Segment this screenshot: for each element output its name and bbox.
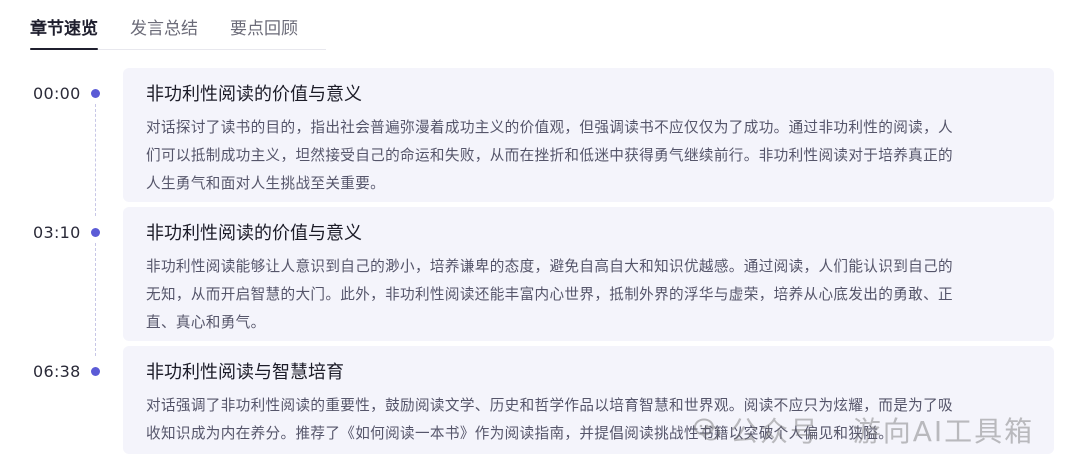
- timeline-dot: [91, 89, 100, 98]
- tab-speech-summary[interactable]: 发言总结: [130, 17, 198, 49]
- timeline-connector: [95, 243, 96, 356]
- chapter-summary: 对话探讨了读书的目的，指出社会普遍弥漫着成功主义的价值观，但强调读书不应仅仅为了…: [146, 114, 1032, 198]
- summary-line: 非功利性阅读能够让人意识到自己的渺小，培养谦卑的态度，避免自高自大和知识优越感。…: [146, 258, 953, 275]
- chapter-card[interactable]: 非功利性阅读的价值与意义 非功利性阅读能够让人意识到自己的渺小，培养谦卑的态度，…: [123, 207, 1054, 341]
- summary-line: 收知识成为内在养分。推荐了《如何阅读一本书》作为阅读指南，并提倡阅读挑战性书籍以…: [146, 425, 894, 442]
- timestamp[interactable]: 03:10: [33, 223, 85, 242]
- summary-line: 对话强调了非功利性阅读的重要性，鼓励阅读文学、历史和哲学作品以培育智慧和世界观。…: [146, 397, 953, 414]
- chapter-summary: 对话强调了非功利性阅读的重要性，鼓励阅读文学、历史和哲学作品以培育智慧和世界观。…: [146, 392, 1032, 448]
- timestamp[interactable]: 06:38: [33, 362, 85, 381]
- summary-line: 对话探讨了读书的目的，指出社会普遍弥漫着成功主义的价值观，但强调读书不应仅仅为了…: [146, 119, 953, 136]
- timeline-dot: [91, 367, 100, 376]
- chapter-card[interactable]: 非功利性阅读的价值与意义 对话探讨了读书的目的，指出社会普遍弥漫着成功主义的价值…: [123, 68, 1054, 202]
- summary-line: 们可以抵制成功主义，坦然接受自己的命运和失败，从而在挫折和低迷中获得勇气继续前行…: [146, 147, 953, 164]
- summary-line: 人生勇气和面对人生挑战至关重要。: [146, 175, 386, 192]
- timeline-connector: [95, 104, 96, 216]
- timestamp[interactable]: 00:00: [33, 84, 85, 103]
- chapter-title: 非功利性阅读的价值与意义: [146, 84, 362, 105]
- chapter-title: 非功利性阅读的价值与意义: [146, 223, 362, 244]
- summary-line: 无知，从而开启智慧的大门。此外，非功利性阅读还能丰富内心世界，抵制外界的浮华与虚…: [146, 286, 953, 303]
- tab-chapter-overview[interactable]: 章节速览: [30, 17, 98, 50]
- chapter-title: 非功利性阅读与智慧培育: [146, 362, 344, 383]
- chapter-summary: 非功利性阅读能够让人意识到自己的渺小，培养谦卑的态度，避免自高自大和知识优越感。…: [146, 253, 1032, 337]
- chapter-overview-panel: 章节速览 发言总结 要点回顾 00:00 非功利性阅读的价值与意义 对话探讨了读…: [0, 0, 1080, 473]
- summary-line: 直、真心和勇气。: [146, 314, 266, 331]
- tab-bar: 章节速览 发言总结 要点回顾: [30, 18, 326, 50]
- timeline-dot: [91, 228, 100, 237]
- tab-key-points[interactable]: 要点回顾: [230, 17, 298, 49]
- chapter-card[interactable]: 非功利性阅读与智慧培育 对话强调了非功利性阅读的重要性，鼓励阅读文学、历史和哲学…: [123, 346, 1054, 454]
